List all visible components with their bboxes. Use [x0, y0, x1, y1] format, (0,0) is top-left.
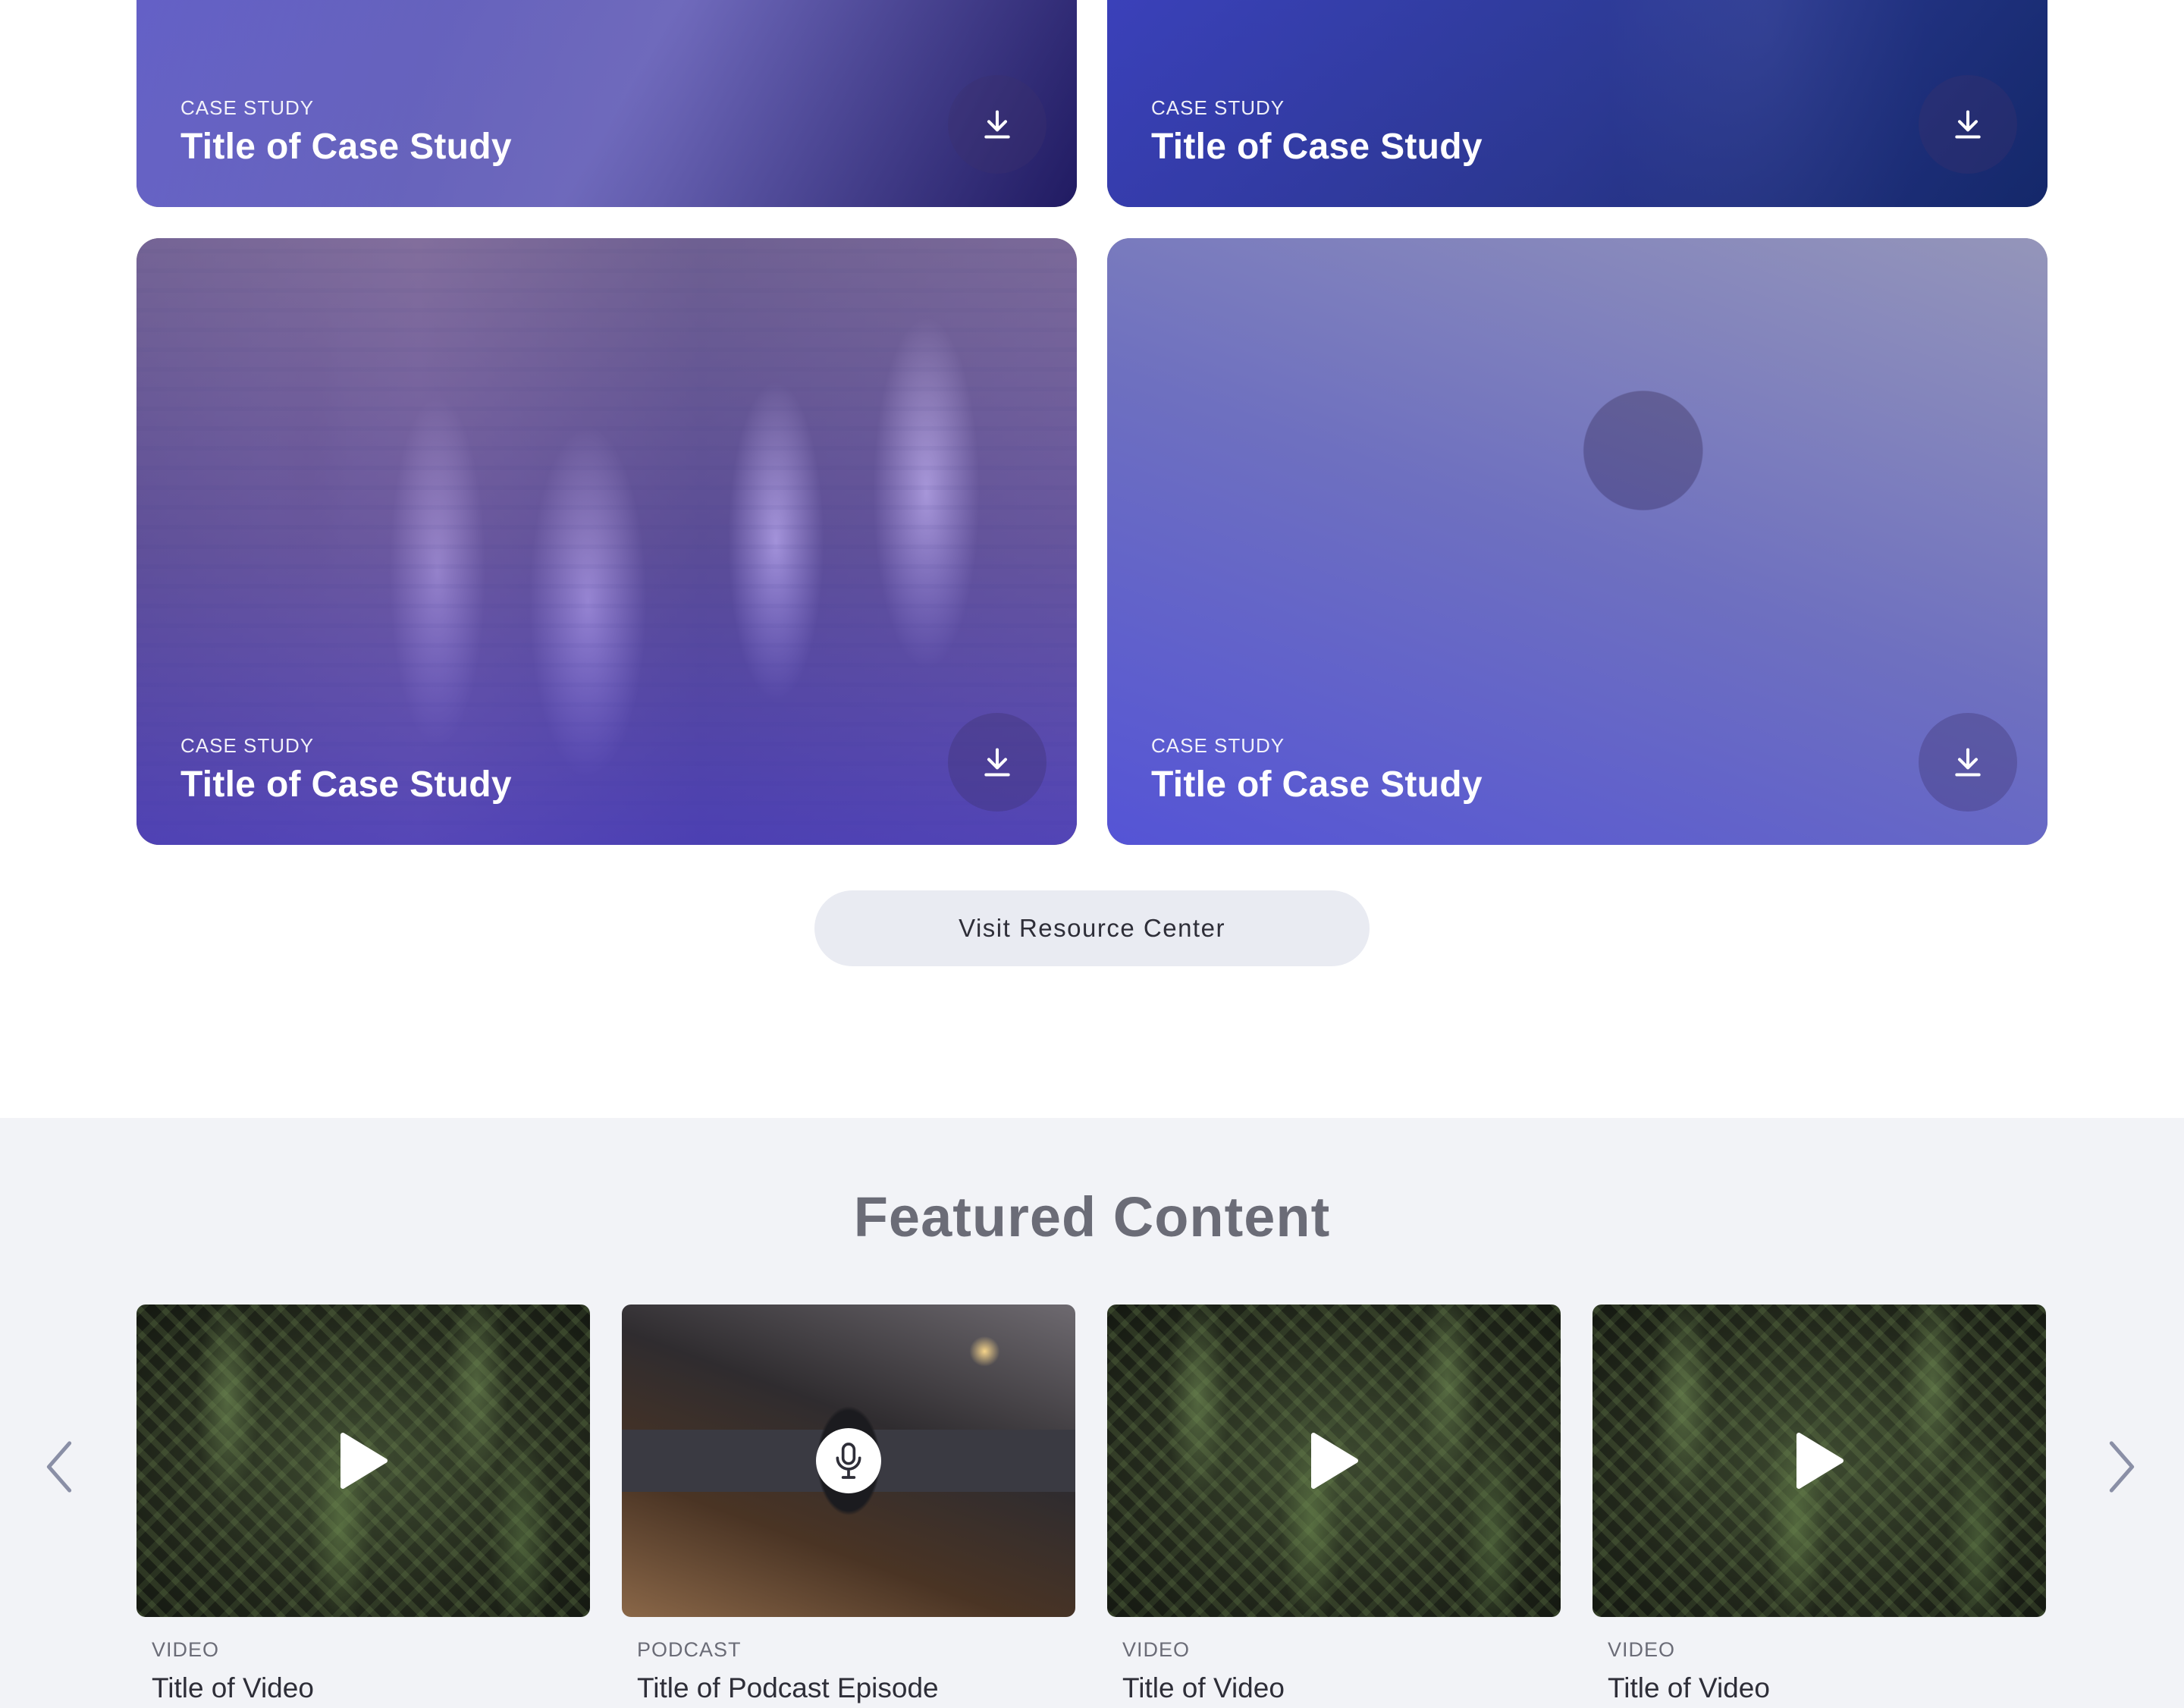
download-button[interactable]: [1919, 713, 2017, 812]
featured-card[interactable]: VIDEO Title of Video: [136, 1305, 590, 1704]
download-button[interactable]: [948, 713, 1046, 812]
podcast-play-button[interactable]: [816, 1428, 881, 1493]
download-icon: [1955, 110, 1981, 139]
carousel-next-button[interactable]: [2099, 1436, 2145, 1497]
download-button[interactable]: [948, 75, 1046, 174]
case-study-label: CASE STUDY Title of Case Study: [1151, 734, 1483, 805]
case-study-title[interactable]: Title of Case Study: [180, 126, 512, 168]
case-study-title[interactable]: Title of Case Study: [1151, 126, 1483, 168]
case-study-kind: CASE STUDY: [180, 96, 315, 119]
case-study-label: CASE STUDY Title of Case Study: [180, 734, 512, 805]
case-study-label: CASE STUDY Title of Case Study: [1151, 96, 1483, 168]
content-kind: VIDEO: [1608, 1638, 1676, 1661]
case-study-kind: CASE STUDY: [1151, 96, 1285, 119]
download-icon: [1955, 748, 1981, 777]
content-title[interactable]: Title of Podcast Episode: [637, 1672, 1075, 1704]
case-study-kind: CASE STUDY: [1151, 734, 1285, 757]
case-study-card[interactable]: CASE STUDY Title of Case Study: [136, 238, 1077, 845]
featured-card[interactable]: PODCAST Title of Podcast Episode: [622, 1305, 1075, 1704]
case-study-card[interactable]: CASE STUDY Title of Case Study: [136, 0, 1077, 207]
carousel-prev-button[interactable]: [36, 1436, 82, 1497]
case-study-card[interactable]: CASE STUDY Title of Case Study: [1107, 0, 2048, 207]
case-study-label: CASE STUDY Title of Case Study: [180, 96, 512, 168]
content-title[interactable]: Title of Video: [1608, 1672, 2046, 1704]
content-kind: PODCAST: [637, 1638, 742, 1661]
section-title: Featured Content: [853, 1185, 1331, 1248]
download-icon: [984, 748, 1010, 777]
featured-content-section: Featured Content VIDEO Title of Video PO…: [0, 1118, 2184, 1708]
case-study-title[interactable]: Title of Case Study: [180, 764, 512, 805]
play-button[interactable]: [1789, 1430, 1850, 1491]
download-icon: [984, 110, 1010, 139]
case-study-kind: CASE STUDY: [180, 734, 315, 757]
featured-card[interactable]: VIDEO Title of Video: [1107, 1305, 1561, 1704]
microphone-icon: [836, 1443, 861, 1479]
video-thumbnail[interactable]: [136, 1305, 590, 1617]
content-title[interactable]: Title of Video: [1122, 1672, 1561, 1704]
featured-card[interactable]: VIDEO Title of Video: [1592, 1305, 2046, 1704]
video-thumbnail[interactable]: [1592, 1305, 2046, 1617]
play-icon: [1311, 1433, 1358, 1489]
case-study-card[interactable]: CASE STUDY Title of Case Study: [1107, 238, 2048, 845]
play-icon: [340, 1433, 388, 1489]
case-study-title[interactable]: Title of Case Study: [1151, 764, 1483, 805]
play-button[interactable]: [333, 1430, 394, 1491]
content-title[interactable]: Title of Video: [152, 1672, 590, 1704]
chevron-right-icon: [2109, 1441, 2135, 1493]
content-kind: VIDEO: [1122, 1638, 1191, 1661]
content-kind: VIDEO: [152, 1638, 220, 1661]
play-button[interactable]: [1304, 1430, 1364, 1491]
video-thumbnail[interactable]: [1107, 1305, 1561, 1617]
page: CASE STUDY Title of Case Study CASE STUD…: [0, 0, 2184, 1708]
chevron-left-icon: [46, 1441, 72, 1493]
podcast-thumbnail[interactable]: [622, 1305, 1075, 1617]
visit-resource-center-button[interactable]: Visit Resource Center: [814, 890, 1370, 966]
download-button[interactable]: [1919, 75, 2017, 174]
play-icon: [1796, 1433, 1844, 1489]
